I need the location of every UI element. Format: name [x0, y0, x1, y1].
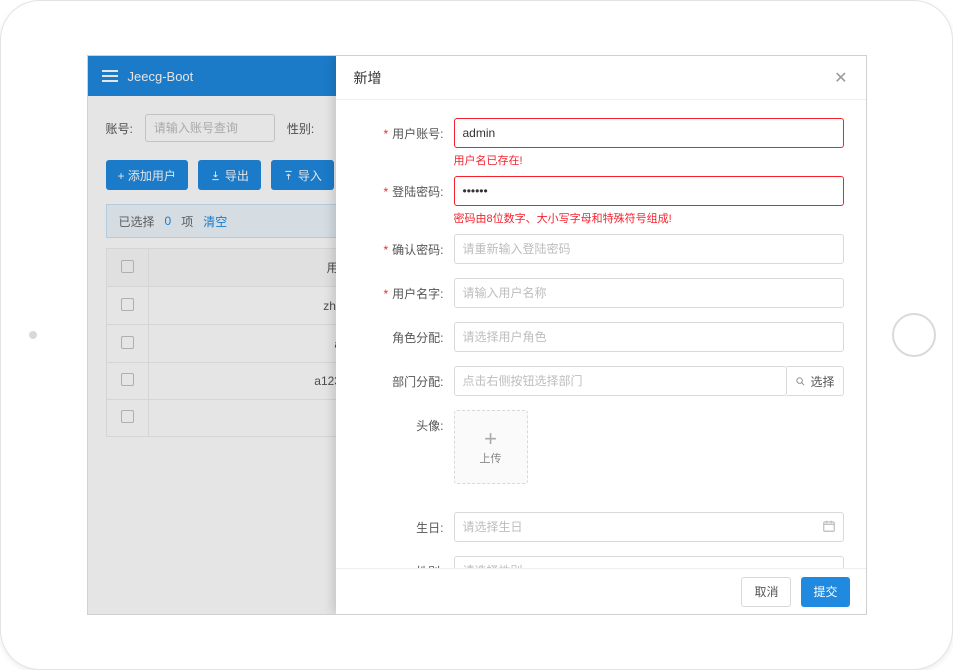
input-confirm[interactable] [454, 234, 844, 264]
drawer-body: 用户账号: 用户名已存在! 登陆密码: 密码由8位数字、大小写字母和特殊符号组成… [336, 100, 866, 568]
upload-label: 上传 [480, 450, 502, 466]
input-gender[interactable] [454, 556, 844, 568]
dept-select-label: 选择 [810, 373, 834, 390]
error-password: 密码由8位数字、大小写字母和特殊符号组成! [454, 210, 844, 226]
input-dept[interactable] [454, 366, 788, 396]
app-screen: Jeecg-Boot 账号: 性别: + 添加用户 导出 导入 已选择 [87, 55, 867, 615]
input-birthday[interactable] [454, 512, 844, 542]
tablet-home-button[interactable] [892, 313, 936, 357]
drawer-header: 新增 ✕ [336, 56, 866, 100]
avatar-upload[interactable]: + 上传 [454, 410, 528, 484]
input-password[interactable] [454, 176, 844, 206]
label-role: 角色分配: [358, 322, 444, 346]
tablet-frame: Jeecg-Boot 账号: 性别: + 添加用户 导出 导入 已选择 [0, 0, 953, 670]
submit-button[interactable]: 提交 [801, 577, 849, 607]
input-username[interactable] [454, 278, 844, 308]
label-gender: 性别: [358, 556, 444, 568]
dept-select-button[interactable]: 选择 [787, 366, 843, 396]
close-icon[interactable]: ✕ [834, 68, 847, 88]
label-dept: 部门分配: [358, 366, 444, 390]
cancel-button[interactable]: 取消 [741, 577, 791, 607]
plus-icon: + [484, 428, 497, 450]
input-account[interactable] [454, 118, 844, 148]
label-confirm: 确认密码: [358, 234, 444, 258]
label-birthday: 生日: [358, 512, 444, 536]
error-account: 用户名已存在! [454, 152, 844, 168]
label-username: 用户名字: [358, 278, 444, 302]
drawer-footer: 取消 提交 [336, 568, 866, 614]
drawer-title: 新增 [354, 68, 382, 88]
label-password: 登陆密码: [358, 176, 444, 200]
input-role[interactable] [454, 322, 844, 352]
search-icon [795, 376, 806, 387]
label-avatar: 头像: [358, 410, 444, 434]
label-account: 用户账号: [358, 118, 444, 142]
drawer: 新增 ✕ 用户账号: 用户名已存在! 登陆密码: 密码由8位数字、大小写字母和特… [336, 56, 866, 614]
